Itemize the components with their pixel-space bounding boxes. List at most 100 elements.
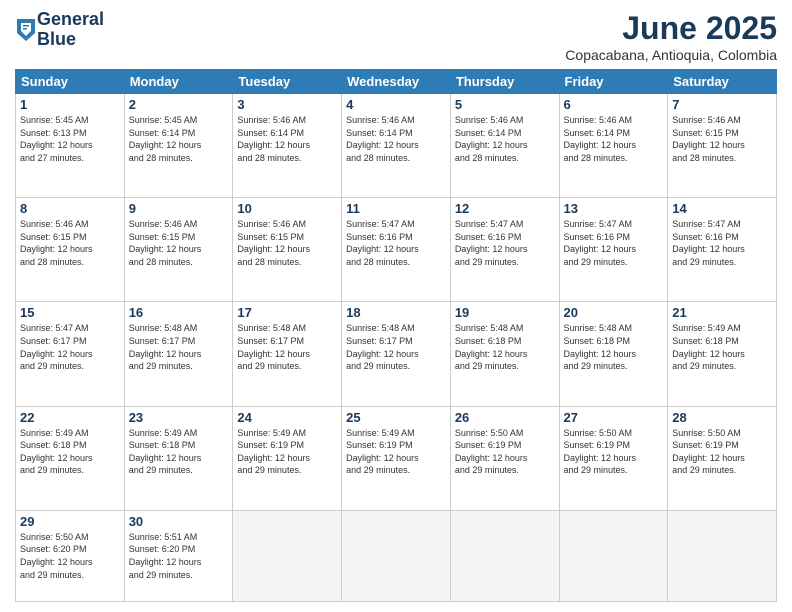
day-number: 4 (346, 97, 446, 112)
title-section: June 2025 Copacabana, Antioquia, Colombi… (565, 10, 777, 63)
col-wednesday: Wednesday (342, 70, 451, 94)
table-row: 14Sunrise: 5:47 AM Sunset: 6:16 PM Dayli… (668, 198, 777, 302)
day-info: Sunrise: 5:49 AM Sunset: 6:18 PM Dayligh… (129, 427, 229, 477)
table-row: 24Sunrise: 5:49 AM Sunset: 6:19 PM Dayli… (233, 406, 342, 510)
day-number: 23 (129, 410, 229, 425)
day-number: 15 (20, 305, 120, 320)
table-row: 29 Sunrise: 5:50 AM Sunset: 6:20 PM Dayli… (16, 510, 125, 601)
day-number: 12 (455, 201, 555, 216)
table-row (233, 510, 342, 601)
col-monday: Monday (124, 70, 233, 94)
table-row: 30Sunrise: 5:51 AM Sunset: 6:20 PM Dayli… (124, 510, 233, 601)
day-number: 14 (672, 201, 772, 216)
calendar-header-row: Sunday Monday Tuesday Wednesday Thursday… (16, 70, 777, 94)
table-row: 3 Sunrise: 5:46 AM Sunset: 6:14 PM Daylig… (233, 94, 342, 198)
day-number: 3 (237, 97, 337, 112)
table-row: 6Sunrise: 5:46 AM Sunset: 6:14 PM Daylig… (559, 94, 668, 198)
day-number: 10 (237, 201, 337, 216)
day-info: Sunrise: 5:50 AM Sunset: 6:20 PM Dayligh… (20, 531, 120, 581)
day-info: Sunrise: 5:48 AM Sunset: 6:18 PM Dayligh… (455, 322, 555, 372)
day-number: 30 (129, 514, 229, 529)
day-number: 8 (20, 201, 120, 216)
day-number: 22 (20, 410, 120, 425)
table-row (450, 510, 559, 601)
header: General Blue June 2025 Copacabana, Antio… (15, 10, 777, 63)
calendar-table: Sunday Monday Tuesday Wednesday Thursday… (15, 69, 777, 602)
day-number: 21 (672, 305, 772, 320)
day-number: 9 (129, 201, 229, 216)
table-row: 17 Sunrise: 5:48 AM Sunset: 6:17 PM Dayli… (233, 302, 342, 406)
col-friday: Friday (559, 70, 668, 94)
day-number: 19 (455, 305, 555, 320)
day-number: 20 (564, 305, 664, 320)
day-info: Sunrise: 5:48 AM Sunset: 6:17 PM Dayligh… (237, 322, 337, 372)
table-row: 15 Sunrise: 5:47 AM Sunset: 6:17 PM Dayli… (16, 302, 125, 406)
day-info: Sunrise: 5:46 AM Sunset: 6:15 PM Dayligh… (129, 218, 229, 268)
col-thursday: Thursday (450, 70, 559, 94)
day-info: Sunrise: 5:46 AM Sunset: 6:15 PM Dayligh… (672, 114, 772, 164)
day-info: Sunrise: 5:46 AM Sunset: 6:15 PM Dayligh… (20, 218, 120, 268)
day-info: Sunrise: 5:47 AM Sunset: 6:16 PM Dayligh… (564, 218, 664, 268)
day-number: 29 (20, 514, 120, 529)
logo-text: General Blue (37, 10, 104, 50)
table-row: 19 Sunrise: 5:48 AM Sunset: 6:18 PM Dayli… (450, 302, 559, 406)
table-row: 4 Sunrise: 5:46 AM Sunset: 6:14 PM Daylig… (342, 94, 451, 198)
table-row: 13 Sunrise: 5:47 AM Sunset: 6:16 PM Dayli… (559, 198, 668, 302)
table-row: 12 Sunrise: 5:47 AM Sunset: 6:16 PM Dayli… (450, 198, 559, 302)
day-number: 16 (129, 305, 229, 320)
day-number: 1 (20, 97, 120, 112)
logo-line2: Blue (37, 30, 104, 50)
day-info: Sunrise: 5:48 AM Sunset: 6:17 PM Dayligh… (346, 322, 446, 372)
table-row: 10 Sunrise: 5:46 AM Sunset: 6:15 PM Dayli… (233, 198, 342, 302)
day-number: 27 (564, 410, 664, 425)
day-number: 13 (564, 201, 664, 216)
logo-icon (17, 19, 35, 41)
table-row (342, 510, 451, 601)
day-number: 18 (346, 305, 446, 320)
table-row (559, 510, 668, 601)
day-info: Sunrise: 5:49 AM Sunset: 6:19 PM Dayligh… (237, 427, 337, 477)
month-title: June 2025 (565, 10, 777, 47)
table-row: 20Sunrise: 5:48 AM Sunset: 6:18 PM Dayli… (559, 302, 668, 406)
table-row (668, 510, 777, 601)
table-row: 27 Sunrise: 5:50 AM Sunset: 6:19 PM Dayli… (559, 406, 668, 510)
table-row: 9 Sunrise: 5:46 AM Sunset: 6:15 PM Daylig… (124, 198, 233, 302)
day-info: Sunrise: 5:46 AM Sunset: 6:15 PM Dayligh… (237, 218, 337, 268)
logo-line1: General (37, 10, 104, 30)
day-number: 25 (346, 410, 446, 425)
table-row: 23 Sunrise: 5:49 AM Sunset: 6:18 PM Dayli… (124, 406, 233, 510)
day-info: Sunrise: 5:49 AM Sunset: 6:18 PM Dayligh… (20, 427, 120, 477)
day-number: 6 (564, 97, 664, 112)
day-info: Sunrise: 5:47 AM Sunset: 6:16 PM Dayligh… (455, 218, 555, 268)
table-row: 22 Sunrise: 5:49 AM Sunset: 6:18 PM Dayli… (16, 406, 125, 510)
day-number: 5 (455, 97, 555, 112)
page: General Blue June 2025 Copacabana, Antio… (0, 0, 792, 612)
day-info: Sunrise: 5:50 AM Sunset: 6:19 PM Dayligh… (564, 427, 664, 477)
day-number: 7 (672, 97, 772, 112)
day-info: Sunrise: 5:46 AM Sunset: 6:14 PM Dayligh… (237, 114, 337, 164)
subtitle: Copacabana, Antioquia, Colombia (565, 47, 777, 63)
day-number: 17 (237, 305, 337, 320)
logo: General Blue (15, 10, 104, 50)
col-saturday: Saturday (668, 70, 777, 94)
day-info: Sunrise: 5:45 AM Sunset: 6:13 PM Dayligh… (20, 114, 120, 164)
table-row: 8 Sunrise: 5:46 AM Sunset: 6:15 PM Daylig… (16, 198, 125, 302)
table-row: 7 Sunrise: 5:46 AM Sunset: 6:15 PM Daylig… (668, 94, 777, 198)
col-sunday: Sunday (16, 70, 125, 94)
day-info: Sunrise: 5:47 AM Sunset: 6:16 PM Dayligh… (346, 218, 446, 268)
table-row: 26Sunrise: 5:50 AM Sunset: 6:19 PM Dayli… (450, 406, 559, 510)
day-info: Sunrise: 5:46 AM Sunset: 6:14 PM Dayligh… (346, 114, 446, 164)
table-row: 1 Sunrise: 5:45 AM Sunset: 6:13 PM Daylig… (16, 94, 125, 198)
table-row: 21 Sunrise: 5:49 AM Sunset: 6:18 PM Dayli… (668, 302, 777, 406)
table-row: 25 Sunrise: 5:49 AM Sunset: 6:19 PM Dayli… (342, 406, 451, 510)
day-info: Sunrise: 5:45 AM Sunset: 6:14 PM Dayligh… (129, 114, 229, 164)
col-tuesday: Tuesday (233, 70, 342, 94)
day-info: Sunrise: 5:49 AM Sunset: 6:19 PM Dayligh… (346, 427, 446, 477)
day-number: 28 (672, 410, 772, 425)
day-info: Sunrise: 5:47 AM Sunset: 6:17 PM Dayligh… (20, 322, 120, 372)
day-number: 11 (346, 201, 446, 216)
table-row: 11 Sunrise: 5:47 AM Sunset: 6:16 PM Dayli… (342, 198, 451, 302)
day-info: Sunrise: 5:49 AM Sunset: 6:18 PM Dayligh… (672, 322, 772, 372)
day-info: Sunrise: 5:48 AM Sunset: 6:17 PM Dayligh… (129, 322, 229, 372)
table-row: 18 Sunrise: 5:48 AM Sunset: 6:17 PM Dayli… (342, 302, 451, 406)
